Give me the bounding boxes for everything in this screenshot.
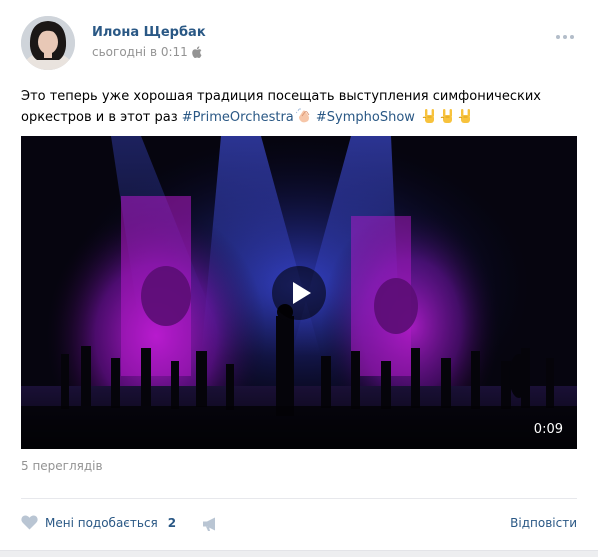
video-duration: 0:09	[533, 422, 563, 437]
reply-button[interactable]: Відповісти	[510, 516, 577, 530]
like-count: 2	[167, 515, 177, 530]
rock-hand-icon	[421, 108, 437, 131]
play-button[interactable]	[272, 266, 326, 320]
post-meta: сьогодні в 0:11	[92, 45, 202, 59]
author-name[interactable]: Илона Щербак	[92, 25, 206, 40]
clapping-hands-icon	[295, 108, 312, 131]
video-player[interactable]: 0:09	[21, 136, 577, 449]
rock-hand-icon	[457, 108, 473, 131]
more-dot-icon	[570, 35, 574, 39]
divider	[21, 498, 577, 499]
wall-post: Илона Щербак сьогодні в 0:11 Это теперь …	[0, 0, 598, 550]
more-dot-icon	[563, 35, 567, 39]
views-count: 5 переглядів	[21, 459, 103, 473]
more-dot-icon	[556, 35, 560, 39]
avatar[interactable]	[21, 16, 75, 70]
like-label: Мені подобається	[45, 515, 158, 530]
share-button[interactable]	[202, 516, 218, 532]
post-timestamp[interactable]: сьогодні в 0:11	[92, 45, 188, 59]
rock-hand-icon	[439, 108, 455, 131]
like-button[interactable]: Мені подобається 2	[21, 515, 176, 530]
hashtag-link[interactable]: #PrimeOrchestra	[182, 110, 294, 125]
heart-icon	[21, 515, 38, 530]
hashtag-link[interactable]: #SymphoShow	[316, 110, 415, 125]
play-icon	[293, 282, 311, 304]
post-actions-menu-button[interactable]	[556, 33, 578, 41]
apple-icon	[192, 46, 202, 58]
post-text: Это теперь уже хорошая традиция посещать…	[21, 86, 581, 131]
megaphone-icon	[203, 517, 215, 531]
feed-background	[0, 550, 598, 557]
